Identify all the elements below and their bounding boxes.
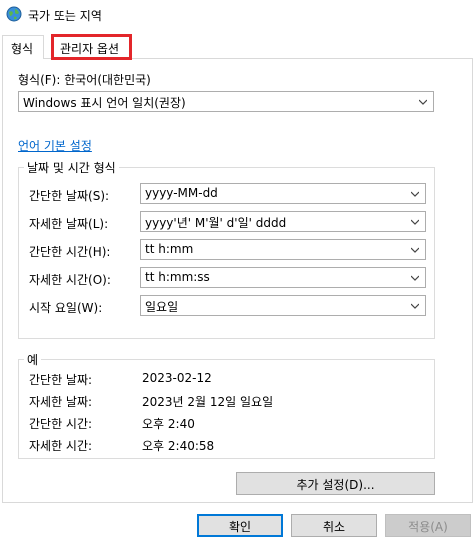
short-time-value: tt h:mm bbox=[145, 242, 194, 256]
long-time-select[interactable]: tt h:mm:ss bbox=[140, 267, 426, 288]
ok-button[interactable]: 확인 bbox=[197, 514, 283, 537]
example-short-date-label: 간단한 날짜: bbox=[29, 373, 93, 387]
chevron-down-icon bbox=[411, 219, 419, 225]
format-select-value: Windows 표시 언어 일치(권장) bbox=[23, 96, 186, 110]
short-date-value: yyyy-MM-dd bbox=[145, 186, 218, 200]
example-title: 예 bbox=[24, 351, 42, 368]
long-date-select[interactable]: yyyy'년' M'월' d'일' dddd bbox=[140, 211, 426, 232]
example-short-date-value: 2023-02-12 bbox=[142, 371, 212, 385]
tab-admin-options[interactable]: 관리자 옵션 bbox=[51, 34, 132, 60]
first-day-value: 일요일 bbox=[145, 300, 179, 314]
language-preferences-link[interactable]: 언어 기본 설정 bbox=[18, 137, 92, 154]
example-short-time-label: 간단한 시간: bbox=[29, 417, 93, 431]
title-bar: 국가 또는 지역 bbox=[0, 0, 475, 30]
long-date-value: yyyy'년' M'월' d'일' dddd bbox=[145, 216, 287, 230]
short-time-select[interactable]: tt h:mm bbox=[140, 239, 426, 260]
format-label: 형식(F): 한국어(대한민국) bbox=[18, 73, 151, 87]
chevron-down-icon bbox=[411, 247, 419, 253]
date-time-format-title: 날짜 및 시간 형식 bbox=[24, 159, 119, 176]
long-time-label: 자세한 시간(O): bbox=[29, 273, 111, 287]
example-long-time-value: 오후 2:40:58 bbox=[142, 439, 215, 453]
example-long-time-label: 자세한 시간: bbox=[29, 439, 93, 453]
chevron-down-icon bbox=[411, 275, 419, 281]
short-date-label: 간단한 날짜(S): bbox=[29, 189, 110, 203]
format-select[interactable]: Windows 표시 언어 일치(권장) bbox=[18, 91, 434, 112]
chevron-down-icon bbox=[419, 99, 427, 105]
first-day-label: 시작 요일(W): bbox=[29, 301, 103, 315]
chevron-down-icon bbox=[411, 191, 419, 197]
tab-format[interactable]: 형식 bbox=[2, 35, 44, 59]
short-date-select[interactable]: yyyy-MM-dd bbox=[140, 183, 426, 204]
window-title: 국가 또는 지역 bbox=[28, 9, 102, 23]
first-day-select[interactable]: 일요일 bbox=[140, 295, 426, 316]
long-date-label: 자세한 날짜(L): bbox=[29, 217, 109, 231]
additional-settings-button[interactable]: 추가 설정(D)... bbox=[236, 472, 435, 495]
apply-button[interactable]: 적용(A) bbox=[385, 514, 471, 537]
long-time-value: tt h:mm:ss bbox=[145, 270, 210, 284]
short-time-label: 간단한 시간(H): bbox=[29, 245, 111, 259]
cancel-button[interactable]: 취소 bbox=[291, 514, 377, 537]
example-short-time-value: 오후 2:40 bbox=[142, 417, 195, 431]
example-long-date-label: 자세한 날짜: bbox=[29, 395, 93, 409]
chevron-down-icon bbox=[411, 303, 419, 309]
globe-icon bbox=[6, 6, 22, 22]
example-long-date-value: 2023년 2월 12일 일요일 bbox=[142, 395, 274, 409]
